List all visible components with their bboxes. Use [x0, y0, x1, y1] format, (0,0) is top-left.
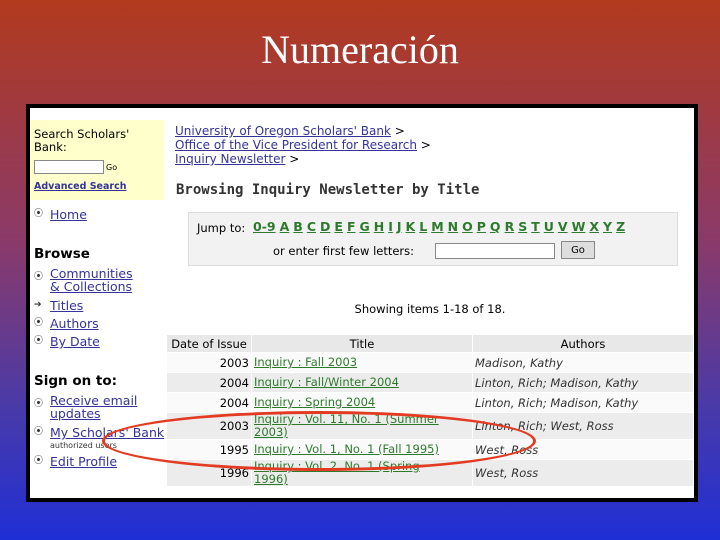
- by-date-link[interactable]: By Date: [50, 335, 100, 348]
- letter-link[interactable]: O: [462, 219, 473, 234]
- letter-link[interactable]: Y: [603, 219, 612, 234]
- letter-link[interactable]: 0-9: [253, 219, 276, 234]
- letter-link[interactable]: Z: [616, 219, 625, 234]
- letter-link[interactable]: Q: [490, 219, 501, 234]
- letter-link[interactable]: E: [334, 219, 343, 234]
- breadcrumb-office-link[interactable]: Office of the Vice President for Researc…: [175, 138, 417, 152]
- letter-link[interactable]: N: [448, 219, 458, 234]
- cell-date: 2004: [166, 372, 252, 393]
- starts-with-input[interactable]: [435, 243, 555, 259]
- letter-link[interactable]: H: [374, 219, 384, 234]
- cell-title-link[interactable]: Inquiry : Fall/Winter 2004: [251, 372, 473, 393]
- sign-on-heading: Sign on to:: [34, 373, 118, 389]
- letter-link[interactable]: L: [419, 219, 427, 234]
- letter-link[interactable]: R: [505, 219, 515, 234]
- table-row: 2004 Inquiry : Fall/Winter 2004 Linton, Ri…: [166, 372, 694, 393]
- highlight-circle: [102, 411, 536, 471]
- table-row: 2003 Inquiry : Fall 2003 Madison, Kathy: [166, 352, 694, 373]
- slide-title: Numeración: [261, 27, 459, 72]
- breadcrumb-separator: >: [289, 152, 300, 166]
- cell-authors: Linton, Rich; Madison, Kathy: [472, 372, 694, 393]
- bullet-icon: ⦿: [34, 427, 44, 437]
- search-label: Search Scholars' Bank:: [34, 127, 130, 154]
- bullet-icon: ⦿: [34, 336, 44, 346]
- header-authors[interactable]: Authors: [472, 334, 694, 353]
- page-title: Browsing Inquiry Newsletter by Title: [176, 182, 480, 198]
- title-line-1[interactable]: Inquiry : Fall/Winter 2004: [254, 376, 470, 389]
- cell-date: 2004: [166, 392, 252, 413]
- letter-link[interactable]: A: [280, 219, 290, 234]
- breadcrumb-separator: >: [420, 138, 431, 152]
- letter-link[interactable]: M: [431, 219, 443, 234]
- search-panel: Search Scholars' Bank: Go Advanced Searc…: [30, 120, 164, 200]
- letter-link[interactable]: T: [531, 219, 540, 234]
- bullet-icon: ⦿: [34, 209, 44, 219]
- updates-link[interactable]: updates: [50, 407, 101, 420]
- letter-link[interactable]: B: [293, 219, 303, 234]
- letter-link[interactable]: U: [544, 219, 554, 234]
- letter-link[interactable]: P: [477, 219, 486, 234]
- bullet-icon: ⦿: [34, 272, 44, 282]
- cell-title-link[interactable]: Inquiry : Spring 2004: [251, 392, 473, 413]
- results-count: Showing items 1-18 of 18.: [354, 302, 506, 316]
- letter-link[interactable]: C: [307, 219, 316, 234]
- authors-link[interactable]: Authors: [50, 317, 99, 330]
- breadcrumb-item-3: Inquiry Newsletter >: [175, 152, 299, 166]
- letter-link[interactable]: I: [388, 219, 393, 234]
- edit-profile-link[interactable]: Edit Profile: [50, 455, 117, 468]
- cell-authors: West, Ross: [472, 459, 694, 487]
- collections-link[interactable]: & Collections: [50, 280, 132, 293]
- search-go-button[interactable]: Go: [106, 163, 117, 172]
- letter-link[interactable]: V: [558, 219, 568, 234]
- breadcrumb-university-link[interactable]: University of Oregon Scholars' Bank: [175, 124, 391, 138]
- bullet-icon: ⦿: [34, 456, 44, 466]
- breadcrumb-item-1: University of Oregon Scholars' Bank >: [175, 124, 405, 138]
- jump-to-label: Jump to:: [197, 221, 246, 235]
- jump-to-panel: Jump to: 0-9 A B C D E F G H I J K L M N O P Q R S T U V W X Y Z o…: [188, 212, 678, 266]
- breadcrumb-item-2: Office of the Vice President for Researc…: [175, 138, 431, 152]
- letter-link[interactable]: J: [397, 219, 402, 234]
- letter-link[interactable]: F: [347, 219, 356, 234]
- header-date-of-issue[interactable]: Date of Issue: [166, 334, 252, 353]
- advanced-search-link[interactable]: Advanced Search: [34, 181, 126, 192]
- letter-link[interactable]: K: [406, 219, 416, 234]
- cell-title-link[interactable]: Inquiry : Fall 2003: [251, 352, 473, 373]
- title-line-2[interactable]: 1996): [254, 473, 470, 486]
- letter-link[interactable]: X: [589, 219, 599, 234]
- breadcrumb-separator: >: [394, 124, 405, 138]
- cell-authors: Linton, Rich; Madison, Kathy: [472, 392, 694, 413]
- cell-date: 2003: [166, 352, 252, 373]
- table-row: 2004 Inquiry : Spring 2004 Linton, Rich; M…: [166, 392, 694, 413]
- letter-link[interactable]: S: [518, 219, 527, 234]
- breadcrumb-newsletter-link[interactable]: Inquiry Newsletter: [175, 152, 285, 166]
- browse-heading: Browse: [34, 246, 90, 262]
- arrow-icon: ➔: [34, 300, 42, 310]
- home-link[interactable]: Home: [50, 208, 87, 221]
- go-button[interactable]: Go: [561, 241, 595, 259]
- enter-letters-label: or enter first few letters:: [273, 244, 415, 258]
- letter-index: 0-9 A B C D E F G H I J K L M N O P Q R S T U V W X Y Z: [253, 219, 629, 234]
- cell-authors: Madison, Kathy: [472, 352, 694, 373]
- search-input[interactable]: [34, 160, 104, 174]
- bullet-icon: ⦿: [34, 318, 44, 328]
- header-title[interactable]: Title: [251, 334, 473, 353]
- titles-link[interactable]: Titles: [50, 299, 83, 312]
- letter-link[interactable]: D: [320, 219, 330, 234]
- bullet-icon: ⦿: [34, 399, 44, 409]
- table-header-row: Date of Issue Title Authors: [166, 334, 694, 353]
- title-line-1[interactable]: Inquiry : Fall 2003: [254, 356, 470, 369]
- title-line-1[interactable]: Inquiry : Spring 2004: [254, 396, 470, 409]
- letter-link[interactable]: W: [572, 219, 586, 234]
- letter-link[interactable]: G: [359, 219, 369, 234]
